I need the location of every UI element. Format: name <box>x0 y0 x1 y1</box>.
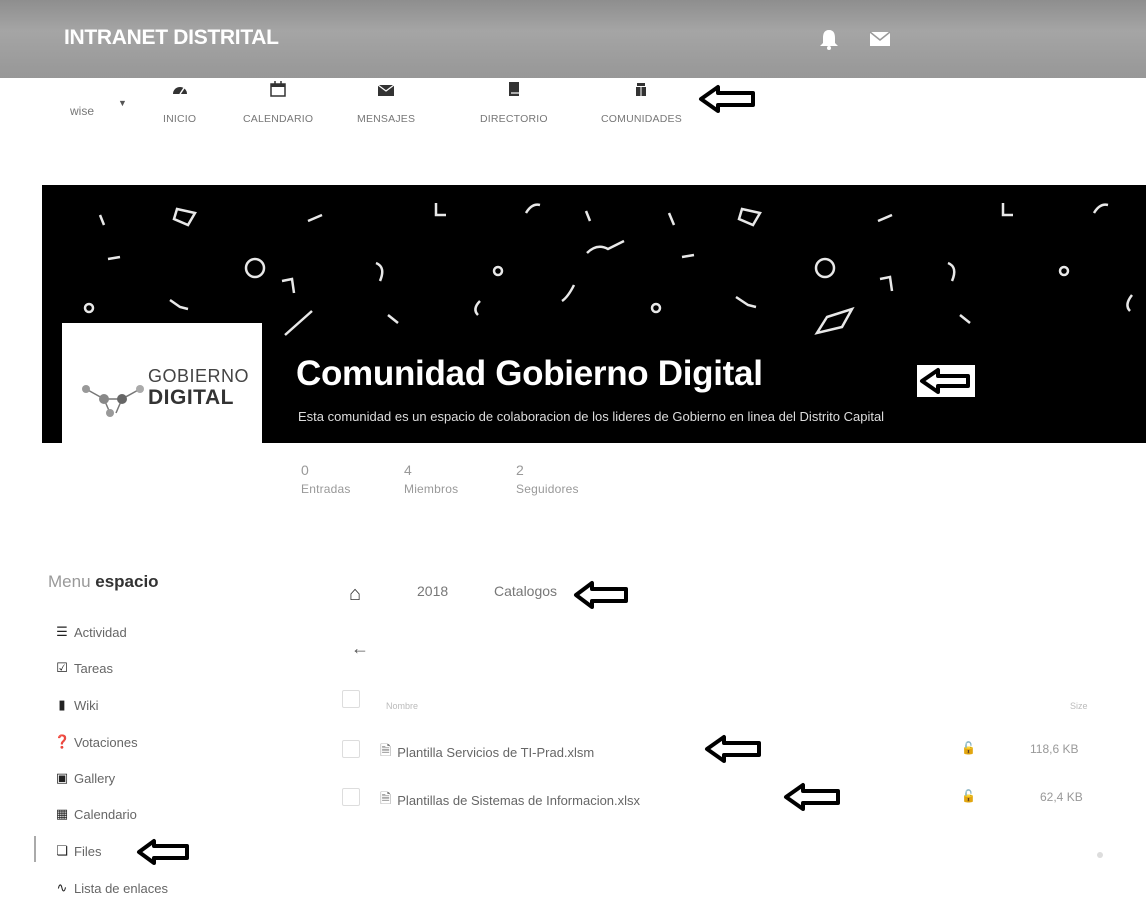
nav-item-label: INICIO <box>163 113 197 125</box>
home-icon[interactable]: ⌂ <box>349 583 361 606</box>
sidebar-item-label: Calendario <box>74 806 137 822</box>
back-arrow-icon[interactable]: ← <box>351 638 369 659</box>
community-icon <box>636 83 647 96</box>
book-icon: ▮ <box>58 697 66 712</box>
side-menu-title: Menu espacio <box>48 572 159 592</box>
dashboard-icon <box>172 87 187 95</box>
community-logo: GOBIERNO DIGITAL <box>62 323 262 443</box>
nav-item-calendario[interactable]: CALENDARIO <box>243 78 313 125</box>
file-name[interactable]: Plantilla Servicios de TI-Prad.xlsm <box>397 745 594 760</box>
side-menu-title-prefix: Menu <box>48 572 96 591</box>
nav-item-inicio[interactable]: INICIO <box>163 78 196 125</box>
book-icon <box>508 82 519 96</box>
sidebar-item-label: Lista de enlaces <box>74 880 168 896</box>
link-icon: ∿ <box>56 880 68 895</box>
sidebar-item-label: Actividad <box>74 624 127 640</box>
sidebar-item-tareas[interactable]: ☑ Tareas <box>54 660 113 676</box>
file-row[interactable]: 🗎 Plantilla Servicios de TI-Prad.xlsm <box>380 740 594 764</box>
sidebar-item-actividad[interactable]: ☰ Actividad <box>54 624 127 640</box>
sidebar-item-label: Wiki <box>74 697 99 713</box>
lock-icon: 🔓 <box>961 789 976 803</box>
stat-value: 0 <box>301 462 309 478</box>
sidebar-item-label: Gallery <box>74 770 116 786</box>
sidebar-item-label: Files <box>74 843 102 859</box>
community-title: Comunidad Gobierno Digital <box>296 354 763 393</box>
top-bar: INTRANET DISTRITAL <box>0 0 1146 78</box>
annotation-arrow-icon <box>705 735 761 763</box>
user-label: wise <box>70 104 95 118</box>
nav-item-label: MENSAJES <box>357 113 416 125</box>
annotation-arrow-icon <box>137 839 189 865</box>
calendar-icon: ▦ <box>55 806 69 821</box>
bell-icon[interactable] <box>817 28 841 50</box>
sidebar-item-files[interactable]: ❏ Files <box>54 843 101 859</box>
breadcrumb-item-2018[interactable]: 2018 <box>417 583 448 599</box>
stat-label: Seguidores <box>516 482 579 496</box>
app-title[interactable]: INTRANET DISTRITAL <box>64 26 279 50</box>
nav-item-label: DIRECTORIO <box>480 113 548 125</box>
column-header-size[interactable]: Size <box>1070 701 1088 711</box>
nav-item-comunidades[interactable]: COMUNIDADES <box>601 78 682 125</box>
nav-item-mensajes[interactable]: MENSAJES <box>357 78 415 125</box>
files-icon: ❏ <box>56 843 68 858</box>
nav-item-directorio[interactable]: DIRECTORIO <box>480 78 548 125</box>
nav-item-label: CALENDARIO <box>243 113 314 125</box>
spreadsheet-file-icon: 🗎 <box>380 790 392 806</box>
image-icon: ▣ <box>55 770 69 785</box>
sidebar-item-wiki[interactable]: ▮ Wiki <box>54 697 99 713</box>
stat-miembros[interactable]: 4 Miembros <box>404 462 458 496</box>
nav-item-label: COMUNIDADES <box>601 113 682 125</box>
gobierno-digital-logo-icon <box>82 385 144 417</box>
checkbox-icon: ☑ <box>56 660 68 675</box>
stat-seguidores[interactable]: 2 Seguidores <box>516 462 579 496</box>
scroll-indicator <box>1097 852 1103 858</box>
sidebar-item-label: Votaciones <box>74 734 138 750</box>
file-row[interactable]: 🗎 Plantillas de Sistemas de Informacion.… <box>380 788 640 812</box>
logo-text-digital: DIGITAL <box>148 386 234 409</box>
sidebar-item-label: Tareas <box>74 660 114 676</box>
community-description: Esta comunidad es un espacio de colabora… <box>298 409 885 424</box>
lock-icon: 🔓 <box>961 741 976 755</box>
row-checkbox[interactable] <box>342 788 360 806</box>
stat-value: 2 <box>516 462 524 478</box>
stat-entradas[interactable]: 0 Entradas <box>301 462 351 496</box>
question-icon: ❓ <box>54 734 71 749</box>
logo-text-gobierno: GOBIERNO <box>148 366 250 386</box>
file-icon: 🗎 <box>380 742 392 758</box>
list-icon: ☰ <box>56 624 68 639</box>
chevron-down-icon: ▼ <box>118 98 127 108</box>
active-indicator <box>34 836 36 862</box>
user-dropdown[interactable]: wise ▼ <box>70 98 127 118</box>
row-checkbox[interactable] <box>342 740 360 758</box>
envelope-icon <box>377 84 395 96</box>
annotation-arrow-icon <box>784 783 840 811</box>
stat-label: Entradas <box>301 482 351 496</box>
sidebar-item-votaciones[interactable]: ❓ Votaciones <box>54 734 138 750</box>
annotation-arrow-icon <box>699 85 755 113</box>
side-menu-title-bold: espacio <box>95 572 159 591</box>
sidebar-item-enlaces[interactable]: ∿ Lista de enlaces <box>54 880 168 896</box>
column-header-name[interactable]: Nombre <box>386 701 418 711</box>
annotation-arrow-icon <box>917 365 975 397</box>
calendar-icon <box>270 81 286 97</box>
breadcrumb-item-catalogos[interactable]: Catalogos <box>494 583 557 599</box>
sidebar-item-calendario[interactable]: ▦ Calendario <box>54 806 137 822</box>
annotation-arrow-icon <box>574 581 628 609</box>
file-size: 118,6 KB <box>1030 742 1079 756</box>
sidebar-item-gallery[interactable]: ▣ Gallery <box>54 770 115 786</box>
select-all-checkbox[interactable] <box>342 690 360 708</box>
file-size: 62,4 KB <box>1040 790 1083 804</box>
stat-value: 4 <box>404 462 412 478</box>
file-name[interactable]: Plantillas de Sistemas de Informacion.xl… <box>397 793 640 808</box>
envelope-icon[interactable] <box>868 28 892 50</box>
stat-label: Miembros <box>404 482 459 496</box>
